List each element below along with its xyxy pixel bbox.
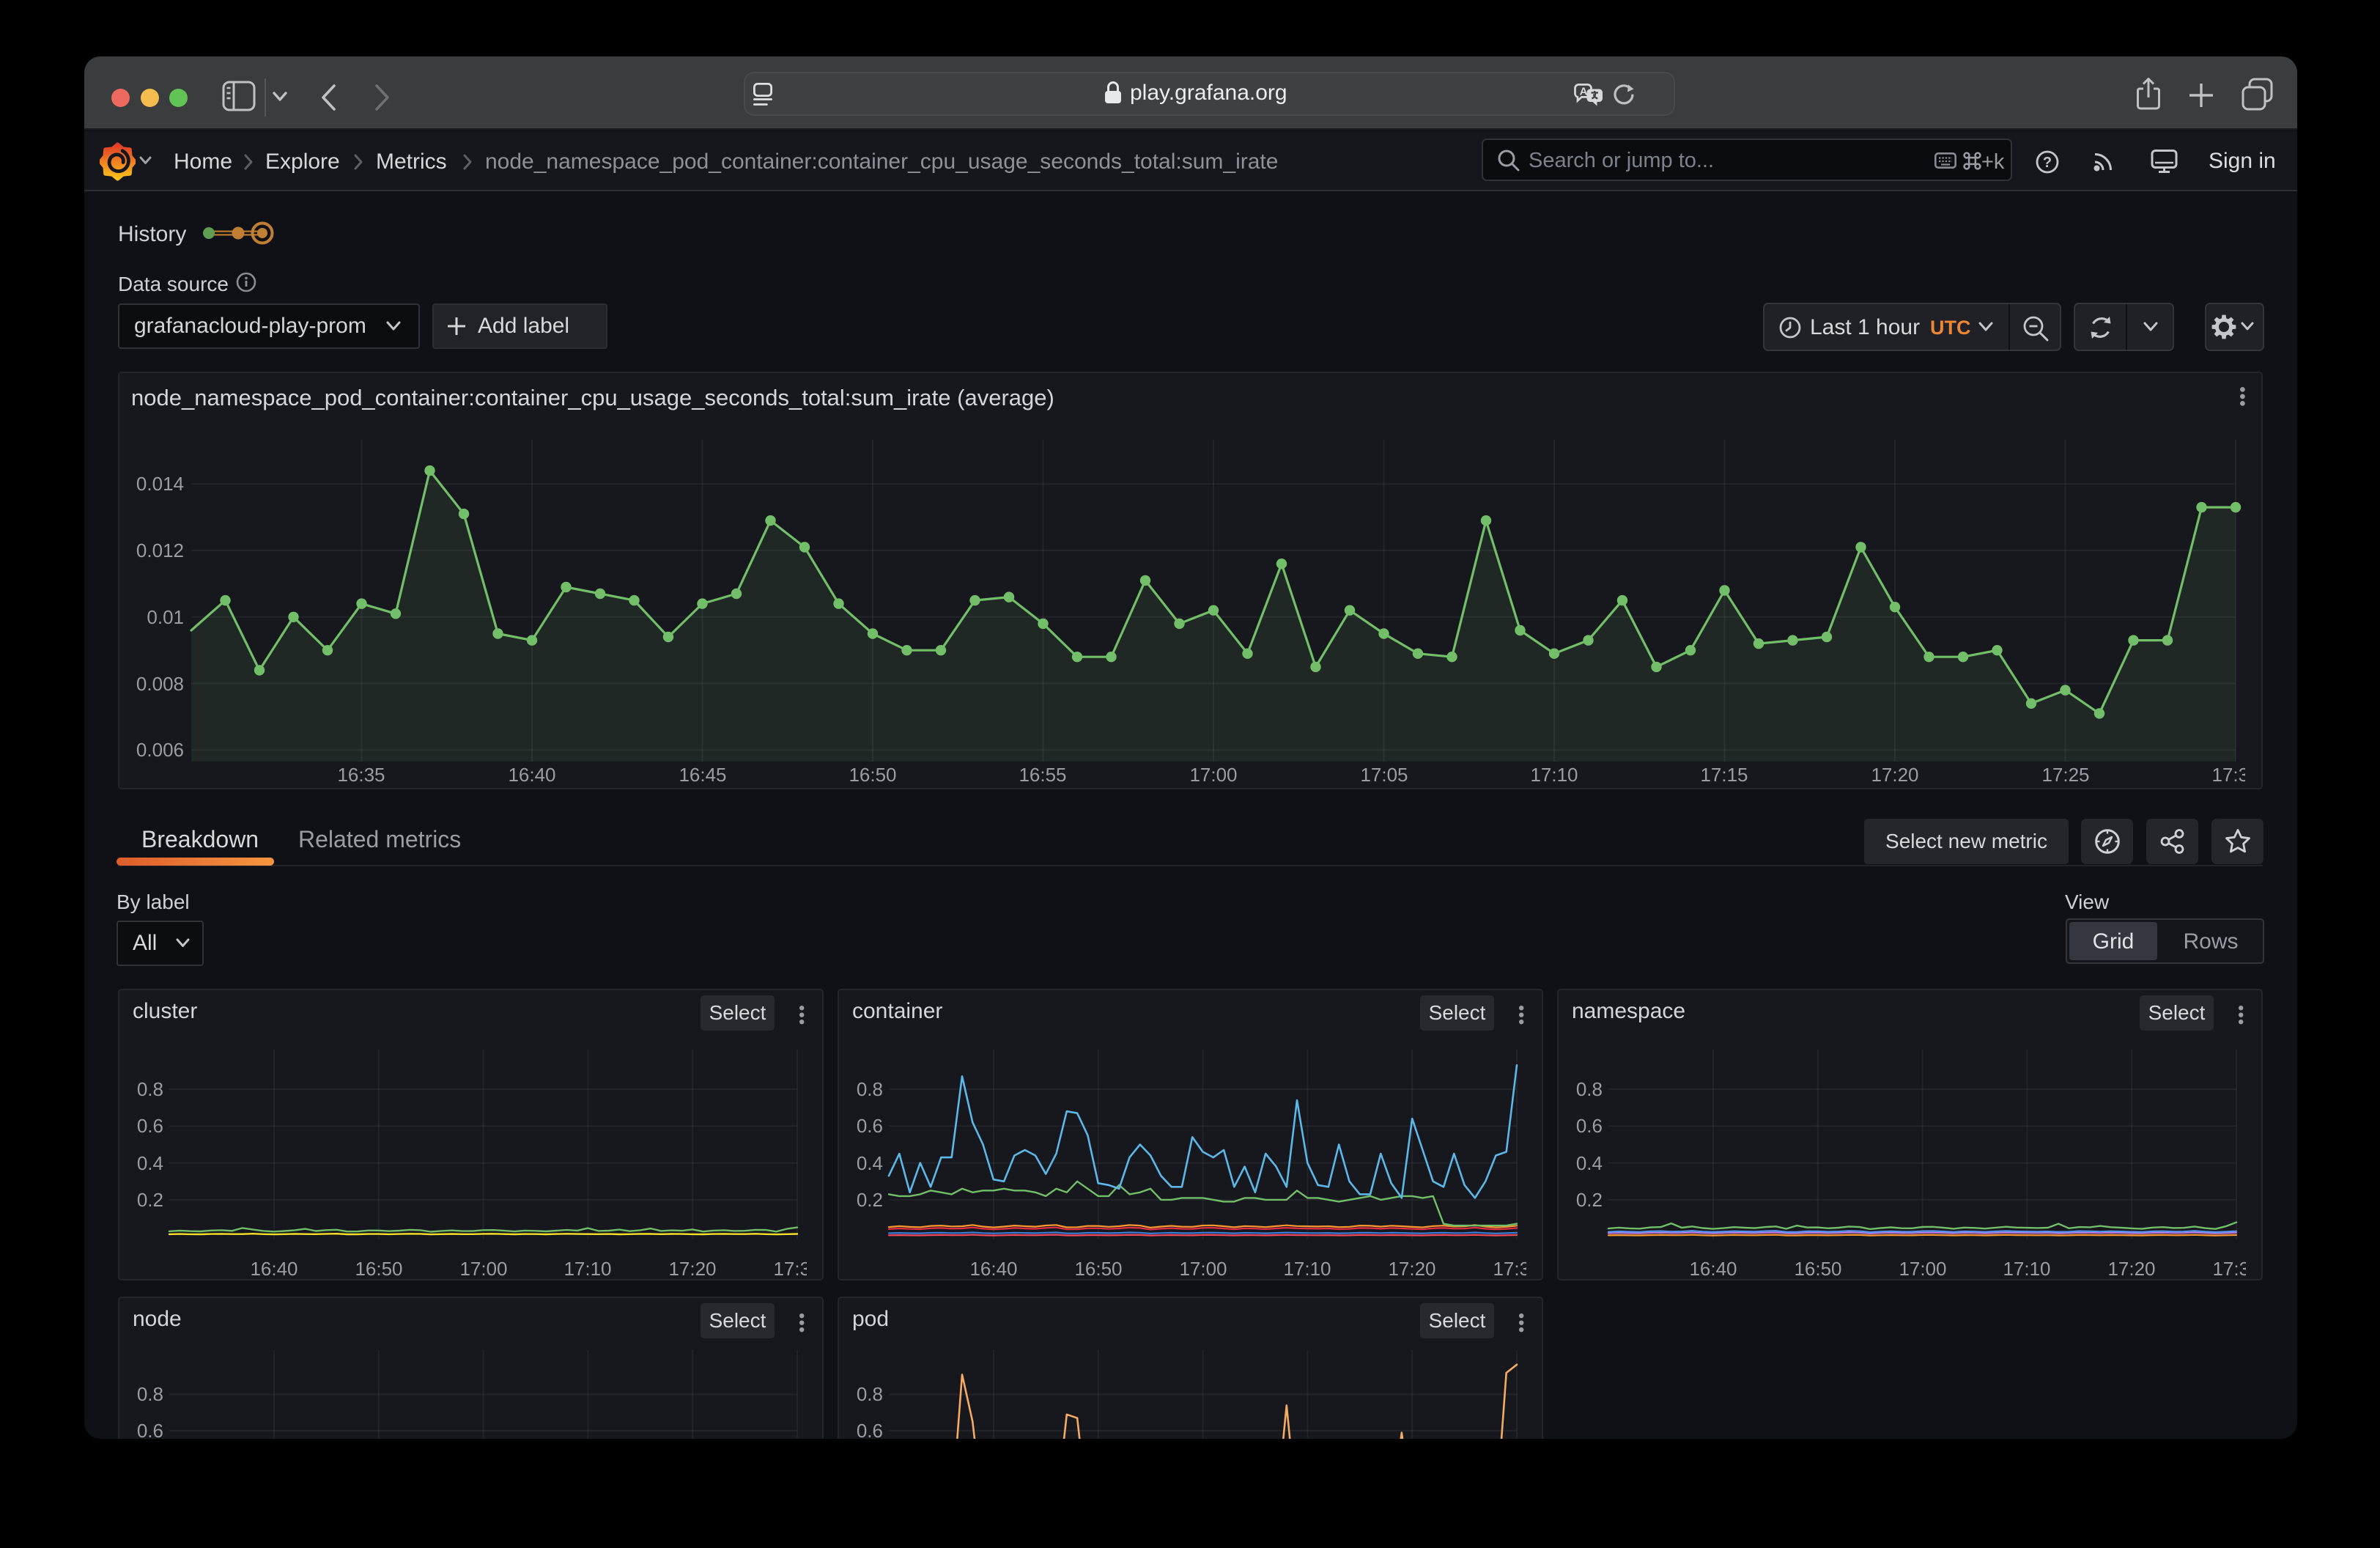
- svg-text:?: ?: [2043, 155, 2052, 171]
- svg-text:A: A: [1580, 86, 1588, 98]
